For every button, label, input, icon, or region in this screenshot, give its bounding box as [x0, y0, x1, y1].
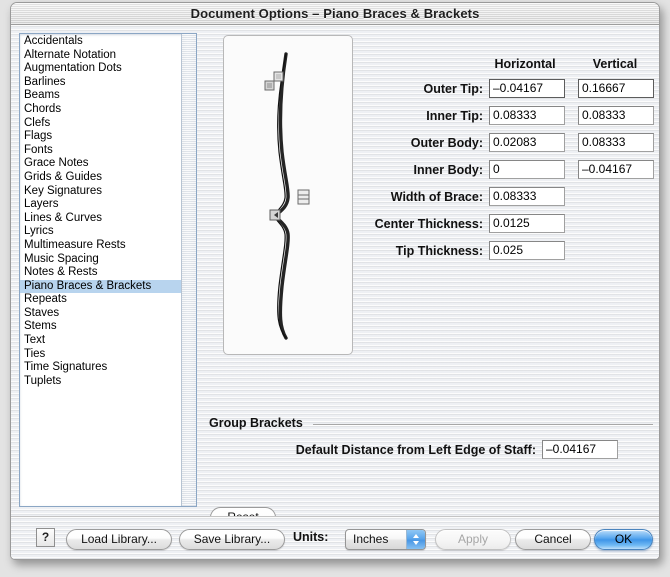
window-title-bar[interactable]: Document Options – Piano Braces & Bracke…: [11, 3, 659, 25]
window-body: Accidentals Alternate Notation Augmentatio…: [11, 25, 659, 559]
inner-tip-handle: [273, 71, 284, 82]
sidebar-item[interactable]: Accidentals: [20, 35, 181, 49]
sidebar-item[interactable]: Tuplets: [20, 375, 181, 389]
column-header-vertical: Vertical: [592, 57, 638, 71]
parameter-label: Inner Tip:: [426, 109, 483, 123]
sidebar-item[interactable]: Lines & Curves: [20, 212, 181, 226]
thickness-handle: [297, 189, 310, 205]
parameter-label: Center Thickness:: [374, 217, 483, 231]
apply-button[interactable]: Apply: [435, 529, 511, 550]
sidebar-item[interactable]: Staves: [20, 307, 181, 321]
group-brackets-row: Default Distance from Left Edge of Staff…: [209, 440, 653, 462]
parameter-label: Outer Body:: [410, 136, 483, 150]
parameter-horizontal-input[interactable]: –0.04167: [489, 79, 565, 98]
sidebar-item[interactable]: Layers: [20, 198, 181, 212]
parameter-row: Outer Body: 0.02083 0.08333: [361, 133, 654, 160]
parameter-label: Outer Tip:: [423, 82, 484, 96]
sidebar-item[interactable]: Multimeasure Rests: [20, 239, 181, 253]
load-library-button[interactable]: Load Library...: [66, 529, 172, 550]
sidebar-item[interactable]: Notes & Rests: [20, 266, 181, 280]
units-label: Units:: [293, 530, 329, 544]
sidebar-item[interactable]: Ties: [20, 348, 181, 362]
parameter-vertical-input[interactable]: –0.04167: [578, 160, 654, 179]
sidebar-item[interactable]: Lyrics: [20, 225, 181, 239]
sidebar-item[interactable]: Beams: [20, 89, 181, 103]
sidebar-item[interactable]: Key Signatures: [20, 185, 181, 199]
category-list-scrollbar[interactable]: [181, 34, 196, 506]
help-button[interactable]: ?: [36, 528, 55, 547]
sidebar-item[interactable]: Fonts: [20, 144, 181, 158]
window-title: Document Options – Piano Braces & Bracke…: [190, 6, 480, 21]
sidebar-item[interactable]: Chords: [20, 103, 181, 117]
category-list-items: Accidentals Alternate Notation Augmentatio…: [20, 34, 181, 506]
document-options-window: Document Options – Piano Braces & Bracke…: [10, 2, 660, 560]
group-brackets-rule: [313, 424, 653, 425]
default-distance-input[interactable]: –0.04167: [542, 440, 618, 459]
parameter-label: Tip Thickness:: [395, 244, 483, 258]
sidebar-item[interactable]: Barlines: [20, 76, 181, 90]
parameter-row: Width of Brace: 0.08333: [361, 187, 653, 214]
chevron-updown-icon: [406, 530, 425, 549]
group-brackets-separator: Group Brackets: [209, 416, 653, 430]
sidebar-item[interactable]: Stems: [20, 320, 181, 334]
sidebar-item[interactable]: Augmentation Dots: [20, 62, 181, 76]
group-brackets-title: Group Brackets: [209, 416, 303, 430]
default-distance-label: Default Distance from Left Edge of Staff…: [295, 443, 536, 457]
parameter-vertical-input[interactable]: 0.16667: [578, 79, 654, 98]
cancel-button[interactable]: Cancel: [515, 529, 591, 550]
parameter-horizontal-input[interactable]: 0.08333: [489, 106, 565, 125]
sidebar-item[interactable]: Flags: [20, 130, 181, 144]
save-library-button[interactable]: Save Library...: [179, 529, 285, 550]
sidebar-item[interactable]: Alternate Notation: [20, 49, 181, 63]
desktop-background: Document Options – Piano Braces & Bracke…: [0, 0, 670, 577]
parameter-row: Outer Tip: –0.04167 0.16667: [361, 79, 654, 106]
dialog-button-bar: ? Load Library... Save Library... Units:…: [11, 516, 659, 559]
parameter-row: Inner Body: 0 –0.04167: [361, 160, 654, 187]
ok-button[interactable]: OK: [594, 529, 653, 550]
parameter-label: Inner Body:: [413, 163, 483, 177]
sidebar-item[interactable]: Music Spacing: [20, 253, 181, 267]
units-select-value: Inches: [353, 532, 389, 546]
sidebar-item[interactable]: Grace Notes: [20, 157, 181, 171]
parameter-label: Width of Brace:: [390, 190, 483, 204]
parameter-row: Inner Tip: 0.08333 0.08333: [361, 106, 654, 133]
category-list[interactable]: Accidentals Alternate Notation Augmentatio…: [19, 33, 197, 507]
column-header-horizontal: Horizontal: [494, 57, 556, 71]
sidebar-item[interactable]: Grids & Guides: [20, 171, 181, 185]
parameter-horizontal-input[interactable]: 0.02083: [489, 133, 565, 152]
sidebar-item[interactable]: Piano Braces & Brackets: [20, 279, 181, 294]
parameter-vertical-input[interactable]: 0.08333: [578, 106, 654, 125]
parameter-horizontal-input[interactable]: 0.0125: [489, 214, 565, 233]
sidebar-item[interactable]: Text: [20, 334, 181, 348]
inner-body-handle: [269, 209, 281, 221]
outer-tip-handle: [264, 80, 275, 91]
units-select[interactable]: Inches: [345, 529, 426, 550]
parameter-horizontal-input[interactable]: 0.08333: [489, 187, 565, 206]
parameter-vertical-input[interactable]: 0.08333: [578, 133, 654, 152]
parameter-row: Tip Thickness: 0.025: [361, 241, 653, 268]
sidebar-item[interactable]: Clefs: [20, 117, 181, 131]
piano-brace-preview[interactable]: [223, 35, 353, 355]
parameter-row: Center Thickness: 0.0125: [361, 214, 653, 241]
parameter-horizontal-input[interactable]: 0: [489, 160, 565, 179]
sidebar-item[interactable]: Time Signatures: [20, 361, 181, 375]
sidebar-item[interactable]: Repeats: [20, 293, 181, 307]
parameter-horizontal-input[interactable]: 0.025: [489, 241, 565, 260]
brace-preview-graphic: [264, 52, 310, 340]
